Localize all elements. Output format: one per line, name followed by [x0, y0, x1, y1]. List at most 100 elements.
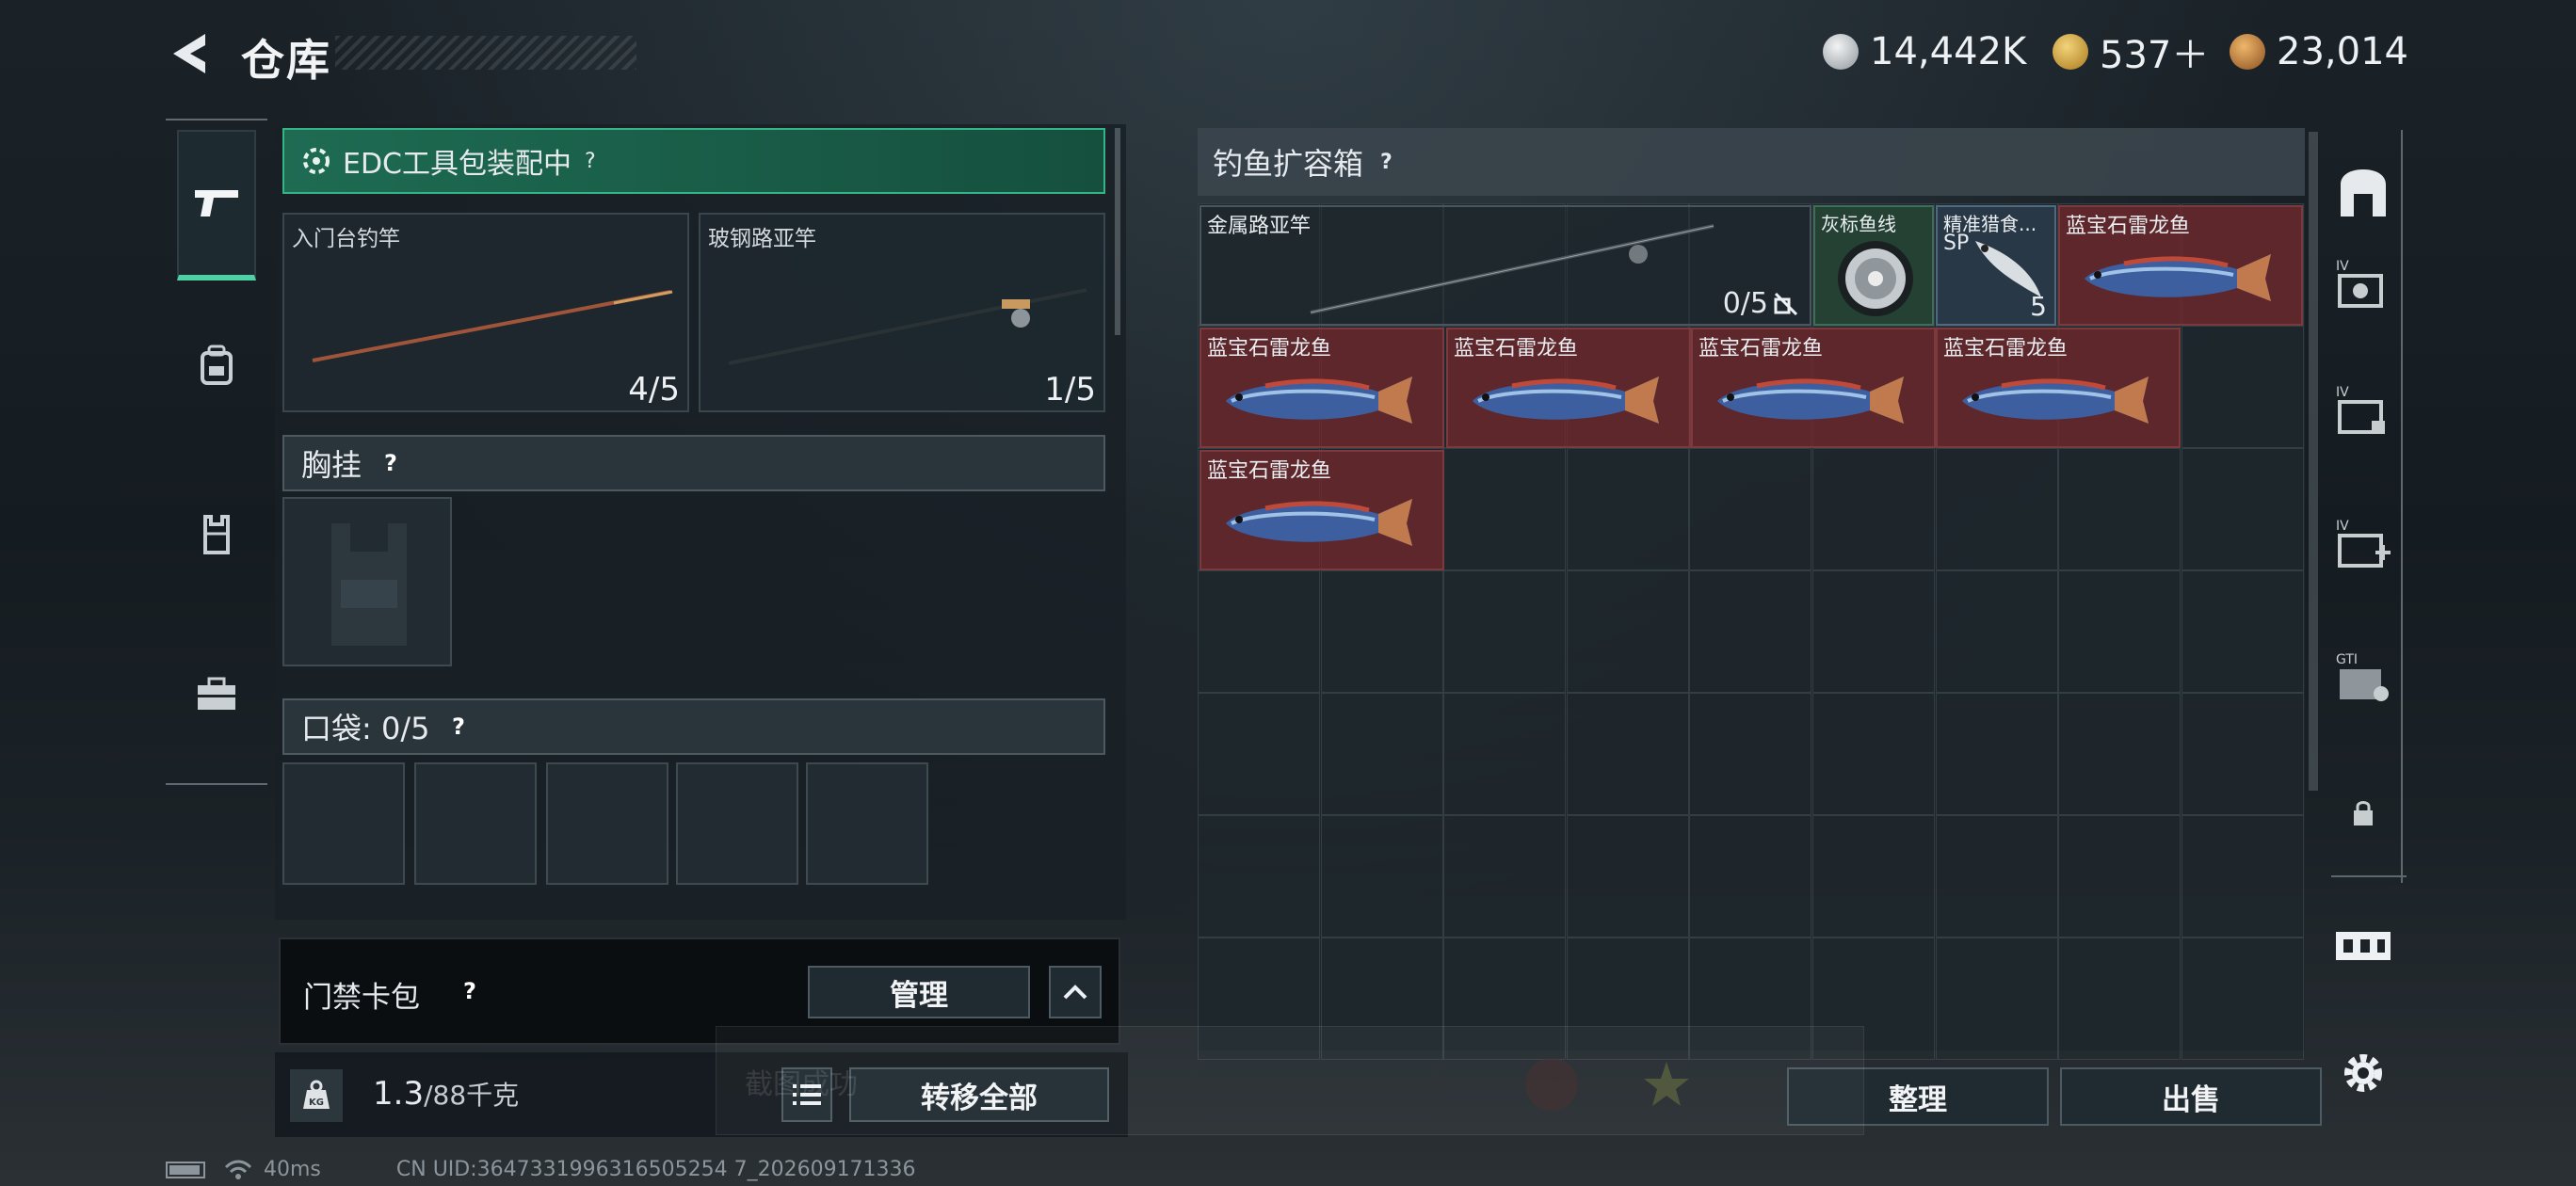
item-label: 蓝宝石雷龙鱼 — [2066, 215, 2191, 238]
metal-rod-image — [1310, 224, 1715, 314]
grid-cell[interactable] — [1443, 693, 1567, 815]
grid-cell[interactable] — [1566, 448, 1689, 570]
help-icon[interactable]: ? — [436, 704, 481, 749]
locked-slot[interactable] — [2331, 781, 2395, 845]
side-tab-gti[interactable]: GTI — [2331, 648, 2395, 712]
grid-cell[interactable] — [1689, 570, 1812, 693]
help-icon[interactable]: ? — [368, 441, 413, 486]
grid-item-fish[interactable]: 蓝宝石雷龙鱼 — [2058, 205, 2303, 326]
grid-cell[interactable] — [2058, 938, 2182, 1060]
snakehead-fish-image — [2085, 254, 2271, 301]
grid-item-fish[interactable]: 蓝宝石雷龙鱼 — [1199, 450, 1444, 570]
grid-cell[interactable] — [2181, 815, 2304, 938]
rod-slot-1[interactable]: 入门台钓竿 4/5 — [282, 213, 689, 412]
fishing-rod-image — [728, 288, 1087, 365]
help-icon[interactable]: ? — [1380, 151, 1393, 174]
grid-cell[interactable] — [2181, 326, 2304, 448]
tab-vest[interactable] — [177, 459, 256, 610]
side-tab-iv-3[interactable]: IV — [2331, 514, 2395, 578]
grid-item-fish[interactable]: 蓝宝石雷龙鱼 — [1691, 328, 1936, 448]
currency-value: 14,442K — [1870, 30, 2027, 73]
pocket-slot[interactable] — [676, 762, 798, 885]
chest-rig-header: 胸挂 ? — [282, 435, 1105, 491]
collapse-button[interactable] — [1049, 966, 1102, 1018]
grid-cell[interactable] — [1320, 693, 1443, 815]
grid-cell[interactable] — [1935, 693, 2058, 815]
grid-cell[interactable] — [1198, 815, 1320, 938]
fishing-case-button[interactable] — [2331, 911, 2395, 975]
toolbox-icon — [198, 677, 235, 710]
grid-cell[interactable] — [1198, 570, 1320, 693]
toast-text: 截图成功 — [745, 1068, 858, 1101]
grid-cell[interactable] — [2181, 938, 2304, 1060]
pocket-slot[interactable] — [806, 762, 928, 885]
currency-bronze: 23,014 — [2230, 28, 2408, 75]
pocket-slot[interactable] — [546, 762, 668, 885]
tab-weapons[interactable] — [177, 130, 256, 280]
grid-cell[interactable] — [2181, 693, 2304, 815]
grid-cell[interactable] — [2181, 570, 2304, 693]
sell-button[interactable]: 出售 — [2060, 1067, 2322, 1126]
left-scrollbar[interactable] — [1115, 128, 1120, 335]
grid-cell[interactable] — [2181, 448, 2304, 570]
grid-cell[interactable] — [1689, 693, 1812, 815]
grid-cell[interactable] — [1566, 815, 1689, 938]
grid-item-line[interactable]: 灰标鱼线 — [1813, 205, 1934, 326]
rod-slot-2[interactable]: 玻钢路亚竿 1/5 — [699, 213, 1105, 412]
help-icon[interactable]: ? — [585, 150, 596, 173]
svg-text:GTI: GTI — [2336, 652, 2358, 667]
grid-cell[interactable] — [1935, 448, 2058, 570]
grid-cell[interactable] — [1566, 570, 1689, 693]
uid-text: CN UID:3647331996316505254 7_20260917133… — [395, 1158, 916, 1181]
chest-rig-slot[interactable] — [282, 497, 452, 666]
grid-cell[interactable] — [1443, 815, 1567, 938]
tab-toolbox[interactable] — [177, 619, 256, 770]
pocket-slot[interactable] — [414, 762, 537, 885]
grid-cell[interactable] — [1812, 693, 1935, 815]
grid-cell[interactable] — [1812, 448, 1935, 570]
snakehead-fish-image — [1226, 377, 1412, 424]
weight-value: 1.3 — [373, 1075, 425, 1113]
grid-cell[interactable] — [1566, 693, 1689, 815]
grid-cell[interactable] — [1689, 815, 1812, 938]
item-label: 蓝宝石雷龙鱼 — [1454, 337, 1579, 361]
grid-item-fish[interactable]: 蓝宝石雷龙鱼 — [1199, 328, 1444, 448]
right-scrollbar[interactable] — [2309, 132, 2318, 791]
tab-backpack[interactable] — [177, 290, 256, 441]
grid-item-fish[interactable]: 蓝宝石雷龙鱼 — [1446, 328, 1691, 448]
grid-cell[interactable] — [1443, 448, 1567, 570]
grid-cell[interactable] — [2058, 815, 2182, 938]
grid-item-fish[interactable]: 蓝宝石雷龙鱼 — [1936, 328, 2181, 448]
grid-cell[interactable] — [1689, 448, 1812, 570]
weight-icon: KG — [290, 1069, 343, 1122]
grid-cell[interactable] — [1812, 570, 1935, 693]
grid-cell[interactable] — [2058, 570, 2182, 693]
pocket-slot[interactable] — [282, 762, 405, 885]
grid-cell[interactable] — [2058, 448, 2182, 570]
grid-cell[interactable] — [1198, 693, 1320, 815]
manage-button[interactable]: 管理 — [808, 966, 1030, 1018]
grid-cell[interactable] — [2058, 693, 2182, 815]
safe-box-button[interactable] — [2331, 162, 2395, 226]
grid-cell[interactable] — [1443, 570, 1567, 693]
back-button[interactable] — [166, 28, 213, 79]
grid-cell[interactable] — [1935, 570, 2058, 693]
grid-cell[interactable] — [1935, 815, 2058, 938]
bronze-coin-icon — [2230, 34, 2265, 70]
durability-count: 1/5 — [1044, 371, 1096, 409]
side-tab-iv-1[interactable]: IV — [2331, 254, 2395, 318]
side-tab-iv-2[interactable]: IV — [2331, 380, 2395, 444]
grid-cell[interactable] — [1320, 815, 1443, 938]
grid-cell[interactable] — [1812, 815, 1935, 938]
container-header: 钓鱼扩容箱 ? — [1198, 128, 2305, 196]
pistol-icon — [195, 190, 238, 216]
grid-cell[interactable] — [1935, 938, 2058, 1060]
help-icon[interactable]: ? — [447, 969, 492, 1014]
fishing-line-spool-image — [1838, 241, 1913, 316]
settings-button[interactable] — [2331, 1041, 2395, 1105]
grid-item-lure[interactable]: 精准猎食... SP 5 — [1936, 205, 2056, 326]
side-divider — [2331, 875, 2407, 877]
edc-status-bar[interactable]: EDC工具包装配中 ? — [282, 128, 1105, 194]
grid-item-rod[interactable]: 金属路亚竿 0/5 — [1199, 205, 1811, 326]
grid-cell[interactable] — [1320, 570, 1443, 693]
